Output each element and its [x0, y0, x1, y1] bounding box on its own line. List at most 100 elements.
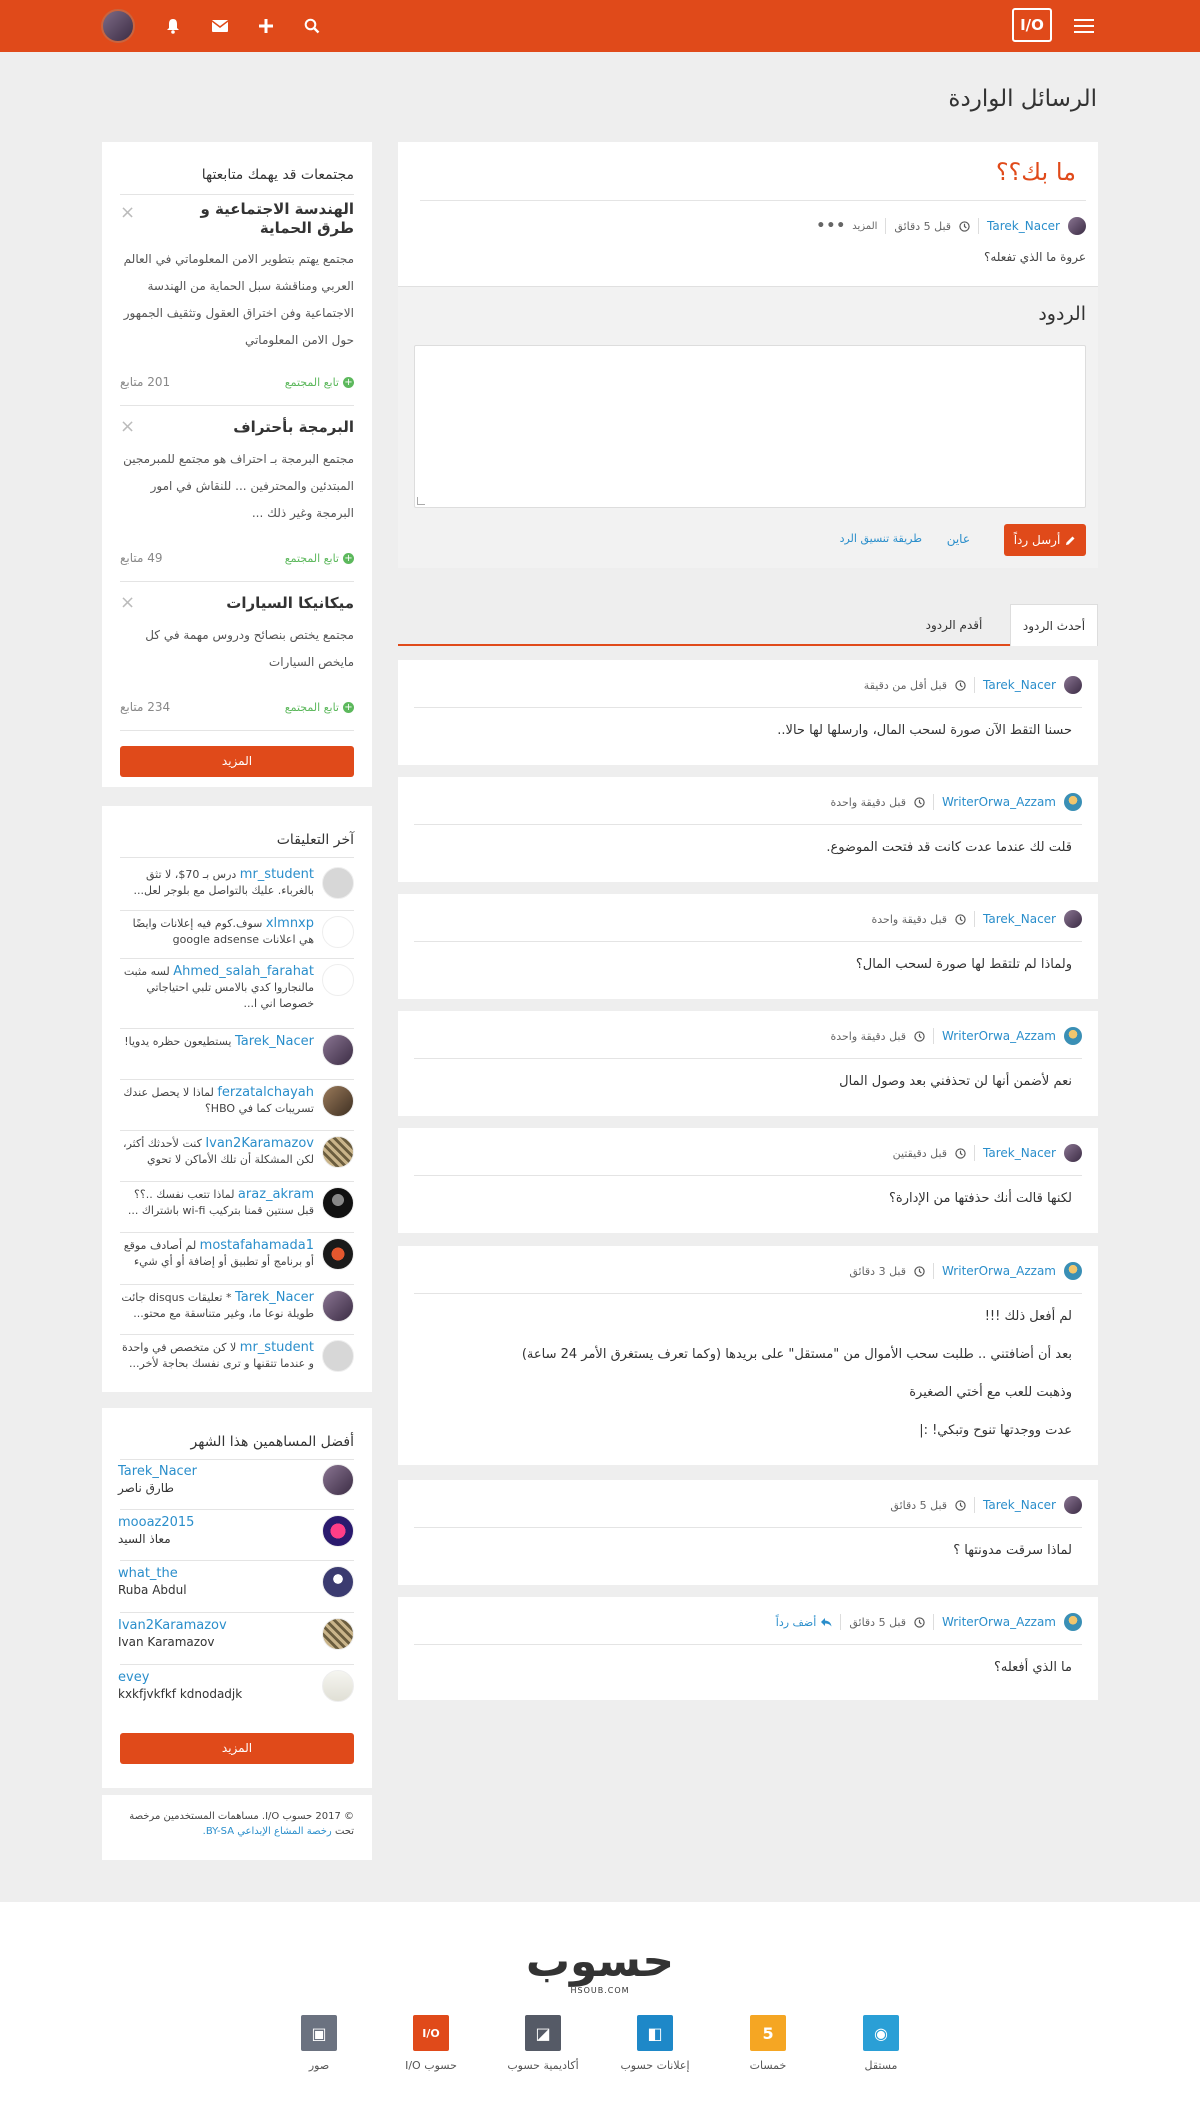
- comment-user-link[interactable]: Ivan2Karamazov: [205, 1136, 314, 1151]
- avatar[interactable]: [1064, 1496, 1082, 1514]
- send-reply-button[interactable]: أرسل رداً: [1004, 524, 1086, 556]
- comment-item[interactable]: Ahmed_salah_farahat لسه مثبت مالنجاروا ك…: [118, 964, 354, 1012]
- contributor-user-link[interactable]: mooaz2015: [118, 1515, 314, 1531]
- avatar[interactable]: [322, 964, 354, 996]
- hsoub-logo[interactable]: حسوب HSOUB.COM: [0, 1938, 1200, 1996]
- mostaql-link[interactable]: ◉ مستقل: [836, 2015, 926, 2072]
- contributor-user-link[interactable]: Tarek_Nacer: [118, 1464, 314, 1480]
- comment-item[interactable]: Tarek_Nacer يستطيعون حظره يدويا!: [118, 1034, 354, 1066]
- avatar[interactable]: [322, 1187, 354, 1219]
- author-link[interactable]: Tarek_Nacer: [983, 1146, 1056, 1160]
- more-button[interactable]: المزيد •••: [816, 218, 877, 234]
- khamsat-link[interactable]: 5 خمسات: [723, 2015, 813, 2072]
- bell-icon[interactable]: [159, 12, 187, 40]
- avatar[interactable]: [322, 1618, 354, 1650]
- add-reply-link[interactable]: أضف رداً: [776, 1616, 833, 1629]
- contributor-user-link[interactable]: what_the: [118, 1566, 314, 1582]
- comment-user-link[interactable]: Ahmed_salah_farahat: [173, 964, 314, 979]
- contributor-user-link[interactable]: Ivan2Karamazov: [118, 1618, 314, 1634]
- comment-item[interactable]: Ivan2Karamazov كنت لأحدثك أكثر، لكن المش…: [118, 1136, 354, 1170]
- avatar[interactable]: [322, 1464, 354, 1496]
- license-link[interactable]: رخصة المشاع الإبداعي BY-SA.: [203, 1826, 332, 1837]
- author-link[interactable]: Tarek_Nacer: [983, 912, 1056, 926]
- follow-community-button[interactable]: + تابع المجتمع: [285, 376, 354, 389]
- resize-handle[interactable]: [417, 497, 425, 505]
- author-link[interactable]: WriterOrwa_Azzam: [942, 1029, 1056, 1043]
- comment-user-link[interactable]: Tarek_Nacer: [235, 1034, 314, 1049]
- avatar[interactable]: [1064, 910, 1082, 928]
- comment-item[interactable]: mostafahamada1 لم أصادف موقع أو برنامج أ…: [118, 1238, 354, 1272]
- io-logo[interactable]: I/O: [1012, 8, 1052, 42]
- community-name[interactable]: الهندسة الاجتماعية و طرق الحماية: [174, 200, 354, 238]
- follow-community-button[interactable]: + تابع المجتمع: [285, 552, 354, 565]
- avatar[interactable]: [322, 1515, 354, 1547]
- avatar[interactable]: [322, 1238, 354, 1270]
- contributor-item[interactable]: Tarek_Nacer طارق ناصر: [118, 1464, 354, 1496]
- avatar[interactable]: [1064, 676, 1082, 694]
- plus-circle-icon: +: [343, 553, 354, 564]
- sowar-link[interactable]: ▣ صور: [274, 2015, 364, 2072]
- hsoub-io-link[interactable]: I/O حسوب I/O: [386, 2015, 476, 2072]
- contributor-user-link[interactable]: evey: [118, 1670, 314, 1686]
- plus-icon[interactable]: [252, 12, 280, 40]
- divider: [414, 1527, 1082, 1528]
- author-link[interactable]: WriterOrwa_Azzam: [942, 1615, 1056, 1629]
- avatar[interactable]: [322, 1085, 354, 1117]
- author-link[interactable]: Tarek_Nacer: [987, 219, 1060, 233]
- close-icon[interactable]: ×: [120, 202, 135, 223]
- comment-item[interactable]: Tarek_Nacer * تعليقات disqus جائت طويلة …: [118, 1290, 354, 1322]
- avatar[interactable]: [1064, 1027, 1082, 1045]
- contributor-item[interactable]: evey kxkfjvkfkf kdnodadjk: [118, 1670, 354, 1702]
- avatar[interactable]: [322, 867, 354, 899]
- comment-user-link[interactable]: mr_student: [240, 867, 314, 882]
- community-name[interactable]: ميكانيكا السيارات: [226, 594, 354, 612]
- contributor-item[interactable]: Ivan2Karamazov Ivan Karamazov: [118, 1618, 354, 1650]
- avatar[interactable]: [322, 1566, 354, 1598]
- hsoub-ads-link[interactable]: ◧ إعلانات حسوب: [610, 2015, 700, 2072]
- author-link[interactable]: Tarek_Nacer: [983, 678, 1056, 692]
- more-communities-button[interactable]: المزيد: [120, 746, 354, 777]
- comment-item[interactable]: mr_student درس بـ 70$، لا تثق بالغرباء. …: [118, 867, 354, 899]
- mail-icon[interactable]: [206, 12, 234, 40]
- search-icon[interactable]: [298, 12, 326, 40]
- user-avatar[interactable]: [101, 9, 135, 43]
- comment-user-link[interactable]: araz_akram: [238, 1187, 314, 1202]
- follow-community-button[interactable]: + تابع المجتمع: [285, 701, 354, 714]
- avatar[interactable]: [1064, 1262, 1082, 1280]
- community-name[interactable]: البرمجة بأحتراف: [233, 418, 354, 436]
- tab-newest[interactable]: أحدث الردود: [1010, 604, 1098, 646]
- close-icon[interactable]: ×: [120, 416, 135, 437]
- comment-user-link[interactable]: xlmnxp: [266, 916, 314, 931]
- avatar[interactable]: [322, 1034, 354, 1066]
- author-link[interactable]: Tarek_Nacer: [983, 1498, 1056, 1512]
- comment-item[interactable]: xlmnxp سوف.كوم فيه إعلانات وايضًا هي اعل…: [118, 916, 354, 948]
- reply-textarea[interactable]: [414, 345, 1086, 508]
- avatar[interactable]: [322, 1136, 354, 1168]
- contributor-item[interactable]: mooaz2015 معاذ السيد: [118, 1515, 354, 1547]
- avatar[interactable]: [1064, 1144, 1082, 1162]
- comment-user-link[interactable]: Tarek_Nacer: [235, 1290, 314, 1305]
- comment-item[interactable]: araz_akram لماذا تتعب نفسك ..؟؟ قبل سنتي…: [118, 1187, 354, 1219]
- preview-link[interactable]: عاين: [947, 532, 970, 546]
- avatar[interactable]: [322, 1670, 354, 1702]
- comment-item[interactable]: mr_student لا كن متخصص في واحدة و عندما …: [118, 1340, 354, 1372]
- contributor-item[interactable]: what_the Ruba Abdul: [118, 1566, 354, 1598]
- avatar[interactable]: [1068, 217, 1086, 235]
- author-link[interactable]: WriterOrwa_Azzam: [942, 1264, 1056, 1278]
- avatar[interactable]: [322, 1340, 354, 1372]
- menu-icon[interactable]: [1070, 12, 1098, 40]
- close-icon[interactable]: ×: [120, 592, 135, 613]
- hsoub-academy-link[interactable]: ◪ أكاديمية حسوب: [498, 2015, 588, 2072]
- author-link[interactable]: WriterOrwa_Azzam: [942, 795, 1056, 809]
- tab-oldest[interactable]: أقدم الردود: [910, 604, 998, 646]
- more-contributors-button[interactable]: المزيد: [120, 1733, 354, 1764]
- comment-user-link[interactable]: ferzatalchayah: [217, 1085, 314, 1100]
- avatar[interactable]: [1064, 793, 1082, 811]
- format-help-link[interactable]: طريقة تنسيق الرد: [840, 532, 922, 545]
- comment-user-link[interactable]: mostafahamada1: [200, 1238, 314, 1253]
- comment-user-link[interactable]: mr_student: [240, 1340, 314, 1355]
- avatar[interactable]: [322, 1290, 354, 1322]
- comment-item[interactable]: ferzatalchayah لماذا لا يحصل عندك تسريبا…: [118, 1085, 354, 1117]
- avatar[interactable]: [1064, 1613, 1082, 1631]
- avatar[interactable]: [322, 916, 354, 948]
